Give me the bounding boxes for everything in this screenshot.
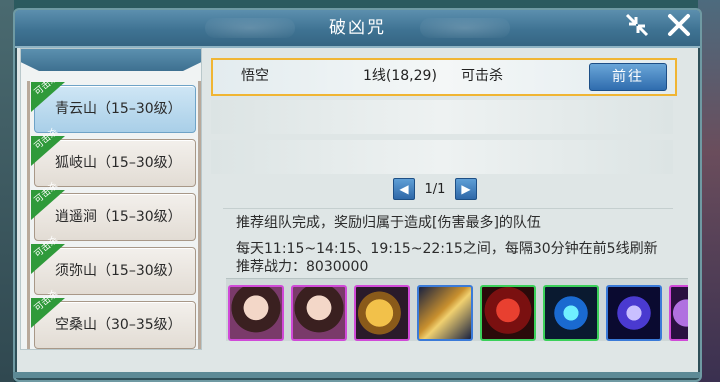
next-page-button[interactable]: ▶ [455,178,477,200]
go-button[interactable]: 前往 [589,63,667,91]
title-bar: 破凶咒 [15,10,700,48]
boss-row[interactable]: 悟空 1线(18,29) 可击杀 前往 [211,58,677,96]
cyan-gem-icon[interactable] [543,285,599,341]
minimize-button[interactable] [621,10,653,40]
map-item-label: 狐岐山（15–30级） [55,155,182,171]
background-left [0,0,14,382]
red-skill-book-icon[interactable] [480,285,536,341]
close-button[interactable] [663,10,695,40]
character-portrait-icon[interactable] [228,285,284,341]
boss-line-location: 1线(18,29) [363,68,437,84]
map-item[interactable]: 可击杀 逍遥涧（15–30级） [31,181,196,241]
map-item-label: 须弥山（15–30级） [55,263,182,279]
map-list-header-ribbon [21,49,201,71]
boss-status: 可击杀 [461,68,503,84]
map-list[interactable]: 可击杀 青云山（15–30级） 可击杀 狐岐山（15–30级） 可击杀 逍遥涧（15–30… [27,81,201,349]
map-list-panel: 可击杀 青云山（15–30级） 可击杀 狐岐山（15–30级） 可击杀 逍遥涧（15–30… [20,48,202,350]
gold-coins-icon[interactable] [354,285,410,341]
map-item[interactable]: 可击杀 狐岐山（15–30级） [31,127,196,187]
info-line-refresh-time: 每天11:15~14:15、19:15~22:15之间，每隔30分钟在前5线刷新 [236,241,658,257]
divider [223,208,673,209]
window-title: 破凶咒 [329,18,386,38]
partial-item-icon[interactable] [669,285,688,341]
scroll-item-icon[interactable] [417,285,473,341]
page-indicator: 1/1 [424,181,446,197]
boss-name: 悟空 [241,68,269,84]
map-item-label: 空桑山（30–35级） [55,317,182,333]
reward-items-strip[interactable] [226,278,688,341]
map-item-label: 青云山（15–30级） [55,101,182,117]
empty-row [211,140,673,174]
character-portrait-fragment-icon[interactable] [291,285,347,341]
pagination: ◀ 1/1 ▶ [393,178,477,200]
map-item[interactable]: 可击杀 青云山（15–30级） [31,81,196,133]
info-line-reward-rule: 推荐组队完成，奖励归属于造成[伤害最多]的队伍 [236,215,541,231]
map-item-label: 逍遥涧（15–30级） [55,209,182,225]
close-icon [668,14,690,36]
purple-gem-icon[interactable] [606,285,662,341]
window-bottom-frame [13,372,700,378]
prev-page-button[interactable]: ◀ [393,178,415,200]
collapse-arrows-icon [625,13,649,37]
chevron-right-icon: ▶ [461,182,471,196]
map-item[interactable]: 可击杀 空桑山（30–35级） [31,289,196,349]
info-line-recommended-power: 推荐战力：8030000 [236,259,369,275]
empty-row [211,100,673,134]
map-item[interactable]: 可击杀 须弥山（15–30级） [31,235,196,295]
chevron-left-icon: ◀ [399,182,409,196]
